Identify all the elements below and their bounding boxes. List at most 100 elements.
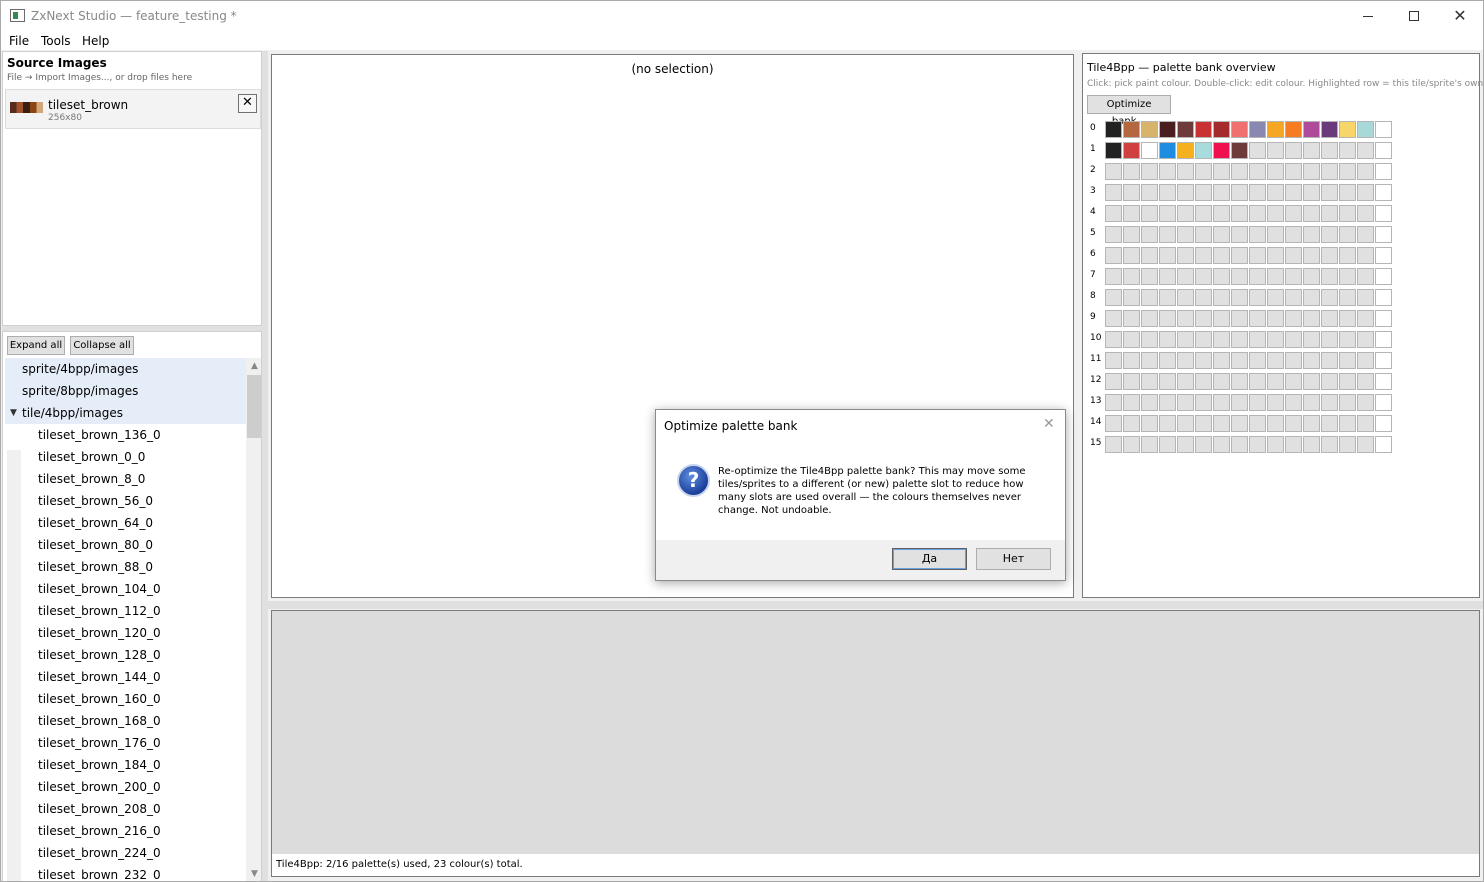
- tree-scrollbar[interactable]: ▲ ▼: [246, 358, 261, 881]
- palette-swatch[interactable]: [1105, 415, 1122, 432]
- collapse-all-button[interactable]: Collapse all: [70, 336, 134, 355]
- palette-swatch[interactable]: [1339, 268, 1356, 285]
- palette-swatch[interactable]: [1231, 289, 1248, 306]
- palette-swatch[interactable]: [1105, 394, 1122, 411]
- palette-swatch[interactable]: [1141, 331, 1158, 348]
- palette-swatch[interactable]: [1177, 352, 1194, 369]
- palette-swatch[interactable]: [1339, 226, 1356, 243]
- palette-swatch[interactable]: [1177, 415, 1194, 432]
- palette-swatch[interactable]: [1339, 415, 1356, 432]
- palette-swatch[interactable]: [1177, 142, 1194, 159]
- palette-swatch[interactable]: [1177, 205, 1194, 222]
- palette-swatch[interactable]: [1195, 247, 1212, 264]
- palette-swatch[interactable]: [1213, 415, 1230, 432]
- optimize-bank-button[interactable]: Optimize bank...: [1087, 95, 1171, 127]
- palette-swatch[interactable]: [1357, 373, 1374, 390]
- palette-swatch[interactable]: [1375, 394, 1392, 411]
- palette-swatch[interactable]: [1285, 373, 1302, 390]
- tree-item[interactable]: tileset_brown_56_0: [5, 490, 246, 512]
- palette-swatch[interactable]: [1321, 352, 1338, 369]
- palette-swatch[interactable]: [1249, 289, 1266, 306]
- palette-swatch[interactable]: [1177, 373, 1194, 390]
- palette-swatch[interactable]: [1231, 331, 1248, 348]
- palette-swatch[interactable]: [1159, 394, 1176, 411]
- palette-swatch[interactable]: [1321, 289, 1338, 306]
- palette-swatch[interactable]: [1159, 352, 1176, 369]
- palette-swatch[interactable]: [1195, 373, 1212, 390]
- tree-item[interactable]: tileset_brown_176_0: [5, 732, 246, 754]
- palette-swatch[interactable]: [1195, 436, 1212, 453]
- palette-swatch[interactable]: [1195, 226, 1212, 243]
- palette-swatch[interactable]: [1339, 373, 1356, 390]
- palette-swatch[interactable]: [1303, 205, 1320, 222]
- palette-swatch[interactable]: [1213, 247, 1230, 264]
- tree-item[interactable]: tileset_brown_168_0: [5, 710, 246, 732]
- palette-swatch[interactable]: [1249, 352, 1266, 369]
- palette-swatch[interactable]: [1141, 247, 1158, 264]
- palette-swatch[interactable]: [1123, 415, 1140, 432]
- palette-swatch[interactable]: [1159, 289, 1176, 306]
- palette-swatch[interactable]: [1177, 331, 1194, 348]
- palette-swatch[interactable]: [1357, 415, 1374, 432]
- yes-button[interactable]: Да: [892, 548, 967, 570]
- palette-swatch[interactable]: [1375, 226, 1392, 243]
- vertical-splitter[interactable]: [262, 51, 268, 881]
- palette-swatch[interactable]: [1141, 226, 1158, 243]
- palette-swatch[interactable]: [1375, 289, 1392, 306]
- palette-swatch[interactable]: [1231, 163, 1248, 180]
- palette-swatch[interactable]: [1303, 268, 1320, 285]
- palette-swatch[interactable]: [1267, 205, 1284, 222]
- palette-swatch[interactable]: [1195, 289, 1212, 306]
- palette-swatch[interactable]: [1357, 436, 1374, 453]
- tree-item[interactable]: tileset_brown_208_0: [5, 798, 246, 820]
- palette-swatch[interactable]: [1213, 352, 1230, 369]
- source-image-item[interactable]: tileset_brown 256x80 ✕: [5, 89, 261, 129]
- palette-swatch[interactable]: [1249, 121, 1266, 138]
- tree-item[interactable]: tileset_brown_232_0: [5, 864, 246, 881]
- palette-swatch[interactable]: [1303, 142, 1320, 159]
- palette-swatch[interactable]: [1141, 142, 1158, 159]
- palette-swatch[interactable]: [1267, 226, 1284, 243]
- palette-swatch[interactable]: [1303, 331, 1320, 348]
- palette-swatch[interactable]: [1213, 268, 1230, 285]
- palette-swatch[interactable]: [1177, 226, 1194, 243]
- palette-swatch[interactable]: [1375, 205, 1392, 222]
- palette-swatch[interactable]: [1159, 247, 1176, 264]
- palette-swatch[interactable]: [1357, 268, 1374, 285]
- palette-swatch[interactable]: [1375, 247, 1392, 264]
- palette-swatch[interactable]: [1339, 142, 1356, 159]
- palette-swatch[interactable]: [1159, 121, 1176, 138]
- tree-item[interactable]: tileset_brown_184_0: [5, 754, 246, 776]
- palette-swatch[interactable]: [1339, 247, 1356, 264]
- palette-swatch[interactable]: [1321, 373, 1338, 390]
- palette-swatch[interactable]: [1123, 163, 1140, 180]
- palette-swatch[interactable]: [1339, 289, 1356, 306]
- palette-swatch[interactable]: [1375, 436, 1392, 453]
- palette-swatch[interactable]: [1231, 247, 1248, 264]
- palette-swatch[interactable]: [1231, 373, 1248, 390]
- palette-swatch[interactable]: [1213, 394, 1230, 411]
- palette-swatch[interactable]: [1321, 247, 1338, 264]
- palette-swatch[interactable]: [1357, 289, 1374, 306]
- palette-swatch[interactable]: [1375, 121, 1392, 138]
- palette-swatch[interactable]: [1105, 436, 1122, 453]
- palette-swatch[interactable]: [1105, 121, 1122, 138]
- palette-swatch[interactable]: [1213, 331, 1230, 348]
- palette-swatch[interactable]: [1249, 163, 1266, 180]
- menu-file[interactable]: File: [9, 34, 29, 48]
- palette-swatch[interactable]: [1285, 142, 1302, 159]
- palette-swatch[interactable]: [1105, 226, 1122, 243]
- palette-swatch[interactable]: [1285, 310, 1302, 327]
- palette-swatch[interactable]: [1357, 121, 1374, 138]
- palette-swatch[interactable]: [1321, 436, 1338, 453]
- palette-swatch[interactable]: [1303, 352, 1320, 369]
- palette-swatch[interactable]: [1159, 142, 1176, 159]
- palette-swatch[interactable]: [1267, 436, 1284, 453]
- palette-swatch[interactable]: [1249, 310, 1266, 327]
- palette-swatch[interactable]: [1141, 163, 1158, 180]
- palette-swatch[interactable]: [1357, 142, 1374, 159]
- palette-swatch[interactable]: [1231, 142, 1248, 159]
- palette-swatch[interactable]: [1375, 163, 1392, 180]
- palette-swatch[interactable]: [1357, 205, 1374, 222]
- palette-swatch[interactable]: [1105, 268, 1122, 285]
